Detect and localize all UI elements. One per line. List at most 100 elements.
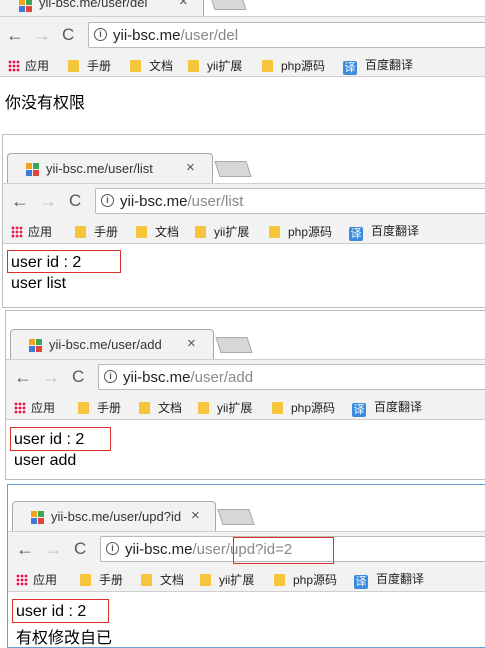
toolbar: ← → C i yii-bsc.me/user/add — [6, 359, 485, 394]
bookmark-folder[interactable]: 文档 — [136, 223, 179, 240]
favicon-icon — [29, 339, 42, 352]
tab-title: yii-bsc.me/user/del — [39, 0, 148, 10]
bookmark-folder[interactable]: 手册 — [78, 399, 121, 416]
tab-add[interactable]: yii-bsc.me/user/add × — [10, 329, 214, 359]
toolbar: ← → C i yii-bsc.me/user/del — [0, 16, 485, 53]
bookmark-folder[interactable]: 文档 — [141, 571, 184, 588]
back-icon[interactable]: ← — [16, 540, 34, 558]
forward-icon[interactable]: → — [39, 192, 57, 210]
browser-window-list: yii-bsc.me/user/list × ← → C i yii-bsc.m… — [3, 135, 485, 307]
info-icon[interactable]: i — [101, 194, 114, 207]
folder-icon — [68, 60, 79, 72]
apps-icon — [16, 574, 28, 586]
folder-icon — [130, 60, 141, 72]
page-content: 你没有权限 — [0, 77, 485, 118]
tab-strip: yii-bsc.me/user/list × — [3, 135, 485, 183]
bookmarks-bar: 应用 手册 文档 yii扩展 php源码 译百度翻译 — [8, 565, 485, 592]
new-tab-button[interactable] — [215, 337, 253, 353]
bookmark-folder[interactable]: 文档 — [130, 57, 173, 74]
bookmark-folder[interactable]: php源码 — [269, 223, 332, 240]
address-bar[interactable]: i yii-bsc.me/user/upd?id=2 — [100, 536, 485, 564]
user-id-text: user id : 2 — [11, 254, 82, 271]
content-line: user add — [14, 452, 77, 469]
browser-window-upd: yii-bsc.me/user/upd?id × ← → C i yii-bsc… — [8, 485, 485, 646]
address-bar[interactable]: i yii-bsc.me/user/del — [88, 22, 485, 48]
new-tab-button[interactable] — [209, 0, 247, 10]
folder-icon — [200, 574, 211, 586]
content-line: 有权修改自已 — [16, 630, 113, 646]
bookmark-folder[interactable]: php源码 — [262, 57, 325, 74]
apps-icon — [8, 60, 20, 72]
bookmark-apps[interactable]: 应用 — [16, 571, 57, 588]
tab-del[interactable]: yii-bsc.me/user/del × — [0, 0, 204, 16]
close-icon[interactable]: × — [191, 508, 200, 523]
info-icon[interactable]: i — [106, 542, 119, 555]
new-tab-button[interactable] — [214, 161, 252, 177]
bookmark-folder[interactable]: 手册 — [68, 57, 111, 74]
forward-icon[interactable]: → — [44, 540, 62, 558]
bookmark-translate[interactable]: 译百度翻译 — [343, 56, 413, 75]
tab-strip: yii-bsc.me/user/del × — [0, 0, 485, 16]
forward-icon[interactable]: → — [33, 26, 51, 44]
bookmark-folder[interactable]: 手册 — [80, 571, 123, 588]
bookmarks-bar: 应用 手册 文档 yii扩展 php源码 译百度翻译 — [0, 52, 485, 77]
folder-icon — [188, 60, 199, 72]
url-text[interactable]: yii-bsc.me/user/add — [123, 369, 253, 386]
close-icon[interactable]: × — [179, 0, 188, 9]
folder-icon — [269, 226, 280, 238]
reload-icon[interactable]: C — [69, 192, 81, 210]
favicon-icon — [31, 511, 44, 524]
url-highlight-box — [233, 537, 334, 564]
reload-icon[interactable]: C — [74, 540, 86, 558]
back-icon[interactable]: ← — [6, 26, 24, 44]
forward-icon[interactable]: → — [42, 368, 60, 386]
info-icon[interactable]: i — [104, 370, 117, 383]
new-tab-button[interactable] — [217, 509, 255, 525]
bookmark-apps[interactable]: 应用 — [14, 399, 55, 416]
bookmark-folder[interactable]: 文档 — [139, 399, 182, 416]
bookmark-folder[interactable]: php源码 — [274, 571, 337, 588]
tab-upd[interactable]: yii-bsc.me/user/upd?id × — [12, 501, 216, 531]
folder-icon — [78, 402, 89, 414]
tab-title: yii-bsc.me/user/list — [46, 161, 153, 176]
translate-icon: 译 — [352, 403, 366, 417]
bookmark-folder[interactable]: yii扩展 — [195, 223, 249, 240]
folder-icon — [141, 574, 152, 586]
info-icon[interactable]: i — [94, 28, 107, 41]
bookmark-folder[interactable]: yii扩展 — [200, 571, 254, 588]
page-content: user id : 2 有权修改自已 — [8, 592, 485, 646]
favicon-icon — [26, 163, 39, 176]
folder-icon — [136, 226, 147, 238]
bookmark-translate[interactable]: 译百度翻译 — [349, 222, 419, 241]
url-text[interactable]: yii-bsc.me/user/list — [120, 193, 243, 210]
reload-icon[interactable]: C — [72, 368, 84, 386]
content-line: 你没有权限 — [5, 95, 86, 112]
bookmark-apps[interactable]: 应用 — [11, 223, 52, 240]
tab-list[interactable]: yii-bsc.me/user/list × — [7, 153, 213, 183]
folder-icon — [139, 402, 150, 414]
page-content: user id : 2 user list — [3, 244, 485, 307]
bookmark-translate[interactable]: 译百度翻译 — [352, 398, 422, 417]
folder-icon — [198, 402, 209, 414]
translate-icon: 译 — [354, 575, 368, 589]
close-icon[interactable]: × — [187, 336, 196, 351]
apps-icon — [14, 402, 26, 414]
reload-icon[interactable]: C — [62, 26, 74, 44]
bookmark-folder[interactable]: 手册 — [75, 223, 118, 240]
folder-icon — [80, 574, 91, 586]
bookmark-folder[interactable]: php源码 — [272, 399, 335, 416]
bookmark-translate[interactable]: 译百度翻译 — [354, 570, 424, 589]
address-bar[interactable]: i yii-bsc.me/user/list — [95, 188, 485, 214]
back-icon[interactable]: ← — [11, 192, 29, 210]
bookmark-apps[interactable]: 应用 — [8, 57, 49, 74]
address-bar[interactable]: i yii-bsc.me/user/add — [98, 364, 485, 390]
translate-icon: 译 — [343, 61, 357, 75]
apps-icon — [11, 226, 23, 238]
bookmark-folder[interactable]: yii扩展 — [198, 399, 252, 416]
tab-title: yii-bsc.me/user/upd?id — [51, 509, 181, 524]
close-icon[interactable]: × — [186, 160, 195, 175]
bookmark-folder[interactable]: yii扩展 — [188, 57, 242, 74]
back-icon[interactable]: ← — [14, 368, 32, 386]
url-text[interactable]: yii-bsc.me/user/del — [113, 27, 238, 44]
folder-icon — [262, 60, 273, 72]
